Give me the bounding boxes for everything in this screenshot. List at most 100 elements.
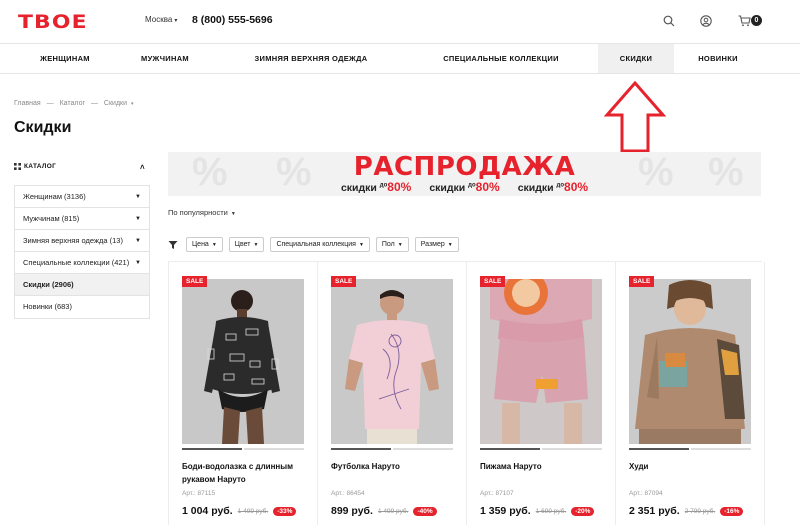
- nav-item-new[interactable]: НОВИНКИ: [684, 44, 752, 73]
- category-item-special[interactable]: Специальные коллекции (421) ▼: [15, 252, 149, 274]
- product-name[interactable]: Футболка Наруто: [331, 460, 456, 473]
- product-price: 1 359 руб.: [480, 505, 531, 517]
- image-carousel-indicator[interactable]: [182, 448, 304, 450]
- chevron-down-icon: ▾: [131, 101, 134, 107]
- chevron-down-icon: ▼: [135, 238, 141, 244]
- city-selector[interactable]: Москва ▾: [145, 15, 177, 24]
- chevron-down-icon: ▼: [135, 260, 141, 266]
- product-image[interactable]: [182, 279, 304, 444]
- price-row: 1 004 руб. 1 499 руб. -33%: [182, 505, 297, 517]
- red-arrow-annotation: [603, 80, 667, 159]
- discount-badge: -20%: [571, 506, 595, 516]
- nav-item-special-collections[interactable]: СПЕЦИАЛЬНЫЕ КОЛЛЕКЦИИ: [428, 44, 574, 73]
- banner-value: 80%: [387, 180, 412, 194]
- cart-count-badge: 0: [751, 15, 762, 26]
- filter-icon[interactable]: [168, 240, 178, 250]
- search-icon[interactable]: [660, 12, 678, 30]
- category-label: Зимняя верхняя одежда (13): [23, 236, 123, 245]
- main-nav: ЖЕНЩИНАМ МУЖЧИНАМ ЗИМНЯЯ ВЕРХНЯЯ ОДЕЖДА …: [0, 44, 800, 74]
- product-card[interactable]: SALE Пижама Наруто Арт.: 87107 1 359 руб…: [467, 262, 616, 525]
- logo[interactable]: ТВОЕ: [18, 11, 88, 33]
- category-label: Мужчинам (815): [23, 214, 80, 223]
- price-row: 2 351 руб. 2 799 руб. -16%: [629, 505, 744, 517]
- banner-prefix: скидки: [340, 182, 377, 194]
- chevron-up-icon: ˄: [140, 163, 145, 172]
- filter-gender[interactable]: Пол ▼: [375, 237, 409, 252]
- chevron-down-icon: ▼: [135, 194, 141, 200]
- product-article: Арт.: 86454: [331, 490, 365, 497]
- nav-item-sale[interactable]: СКИДКИ: [598, 44, 674, 73]
- product-image[interactable]: [331, 279, 453, 444]
- filter-color[interactable]: Цвет ▼: [228, 237, 265, 252]
- product-card[interactable]: SALE Футболка Наруто Арт.: 86454 899 руб…: [318, 262, 467, 525]
- sale-badge: SALE: [182, 276, 208, 287]
- product-old-price: 1 499 руб.: [377, 507, 409, 515]
- category-list: Женщинам (3136) ▼ Мужчинам (815) ▼ Зимняя …: [14, 185, 150, 319]
- image-carousel-indicator[interactable]: [480, 448, 602, 450]
- grid-icon: [14, 163, 21, 170]
- category-label: Скидки (2906): [23, 280, 74, 289]
- catalog-toggle[interactable]: КАТАЛОГ ˄: [14, 163, 149, 175]
- product-name[interactable]: Худи: [629, 460, 754, 473]
- product-card[interactable]: SALE Худи Арт.: 87094 2 351 руб. 2 799 р…: [616, 262, 765, 525]
- product-image[interactable]: [629, 279, 751, 444]
- category-item-men[interactable]: Мужчинам (815) ▼: [15, 208, 149, 230]
- chevron-down-icon: ▼: [135, 216, 141, 222]
- product-article: Арт.: 87115: [182, 490, 216, 497]
- product-card[interactable]: SALE Боди-водолазка с длинным рукавом На…: [169, 262, 318, 525]
- discount-badge: -33%: [273, 506, 297, 516]
- category-item-new[interactable]: Новинки (683): [15, 296, 149, 318]
- sale-banner[interactable]: % % % % РАСПРОДАЖА скидки до80% скидки д…: [168, 152, 761, 196]
- image-carousel-indicator[interactable]: [331, 448, 453, 450]
- category-label: Специальные коллекции (421): [23, 258, 130, 267]
- sort-label: По популярности: [168, 208, 228, 217]
- product-old-price: 1 699 руб.: [535, 507, 567, 515]
- chevron-down-icon: ▼: [211, 242, 217, 248]
- chevron-down-icon: ▼: [358, 242, 364, 248]
- breadcrumb-current[interactable]: Скидки: [104, 100, 127, 107]
- banner-prefix: скидки: [517, 182, 554, 194]
- sort-dropdown[interactable]: По популярности ▼: [168, 208, 236, 217]
- product-price: 1 004 руб.: [182, 505, 233, 517]
- nav-item-men[interactable]: МУЖЧИНАМ: [122, 44, 208, 73]
- product-name[interactable]: Боди-водолазка с длинным рукавом Наруто: [182, 460, 307, 486]
- price-row: 899 руб. 1 499 руб. -40%: [331, 505, 437, 517]
- filter-price[interactable]: Цена ▼: [186, 237, 223, 252]
- filter-label: Цвет: [234, 241, 251, 248]
- category-item-winter[interactable]: Зимняя верхняя одежда (13) ▼: [15, 230, 149, 252]
- phone-number[interactable]: 8 (800) 555-5696: [192, 14, 273, 26]
- filter-size[interactable]: Размер ▼: [414, 237, 459, 252]
- chevron-down-icon: ▼: [230, 211, 236, 217]
- banner-prefix: скидки: [429, 182, 466, 194]
- filter-label: Цена: [192, 241, 209, 248]
- nav-item-winter-outerwear[interactable]: ЗИМНЯЯ ВЕРХНЯЯ ОДЕЖДА: [240, 44, 382, 73]
- price-row: 1 359 руб. 1 699 руб. -20%: [480, 505, 595, 517]
- chevron-down-icon: ▼: [447, 242, 453, 248]
- nav-item-women[interactable]: ЖЕНЩИНАМ: [22, 44, 108, 73]
- product-article: Арт.: 87107: [480, 490, 514, 497]
- category-item-women[interactable]: Женщинам (3136) ▼: [15, 186, 149, 208]
- banner-subtitle: скидки до80% скидки до80% скидки до80%: [168, 180, 761, 194]
- breadcrumb-home[interactable]: Главная: [14, 100, 41, 107]
- filter-special-collection[interactable]: Специальная коллекция ▼: [270, 237, 370, 252]
- product-grid: SALE Боди-водолазка с длинным рукавом На…: [168, 261, 765, 525]
- product-price: 2 351 руб.: [629, 505, 680, 517]
- product-old-price: 2 799 руб.: [684, 507, 716, 515]
- category-label: Женщинам (3136): [23, 192, 86, 201]
- chevron-down-icon: ▼: [253, 242, 259, 248]
- product-name[interactable]: Пижама Наруто: [480, 460, 605, 473]
- banner-upto: до: [556, 182, 565, 189]
- image-carousel-indicator[interactable]: [629, 448, 751, 450]
- top-header: ТВОЕ Москва ▾ 8 (800) 555-5696 0: [0, 0, 800, 44]
- category-item-sale[interactable]: Скидки (2906): [15, 274, 149, 296]
- sale-badge: SALE: [331, 276, 357, 287]
- category-label: Новинки (683): [23, 302, 72, 311]
- chevron-down-icon: ▼: [397, 242, 403, 248]
- product-image[interactable]: [480, 279, 602, 444]
- chevron-down-icon: ▾: [174, 18, 178, 24]
- user-icon[interactable]: [697, 12, 715, 30]
- breadcrumb-separator: —: [90, 100, 98, 107]
- filter-bar: Цена ▼ Цвет ▼ Специальная коллекция ▼ Пол ▼ …: [168, 237, 465, 252]
- breadcrumb-separator: —: [46, 100, 54, 107]
- breadcrumb-catalog[interactable]: Каталог: [60, 100, 85, 107]
